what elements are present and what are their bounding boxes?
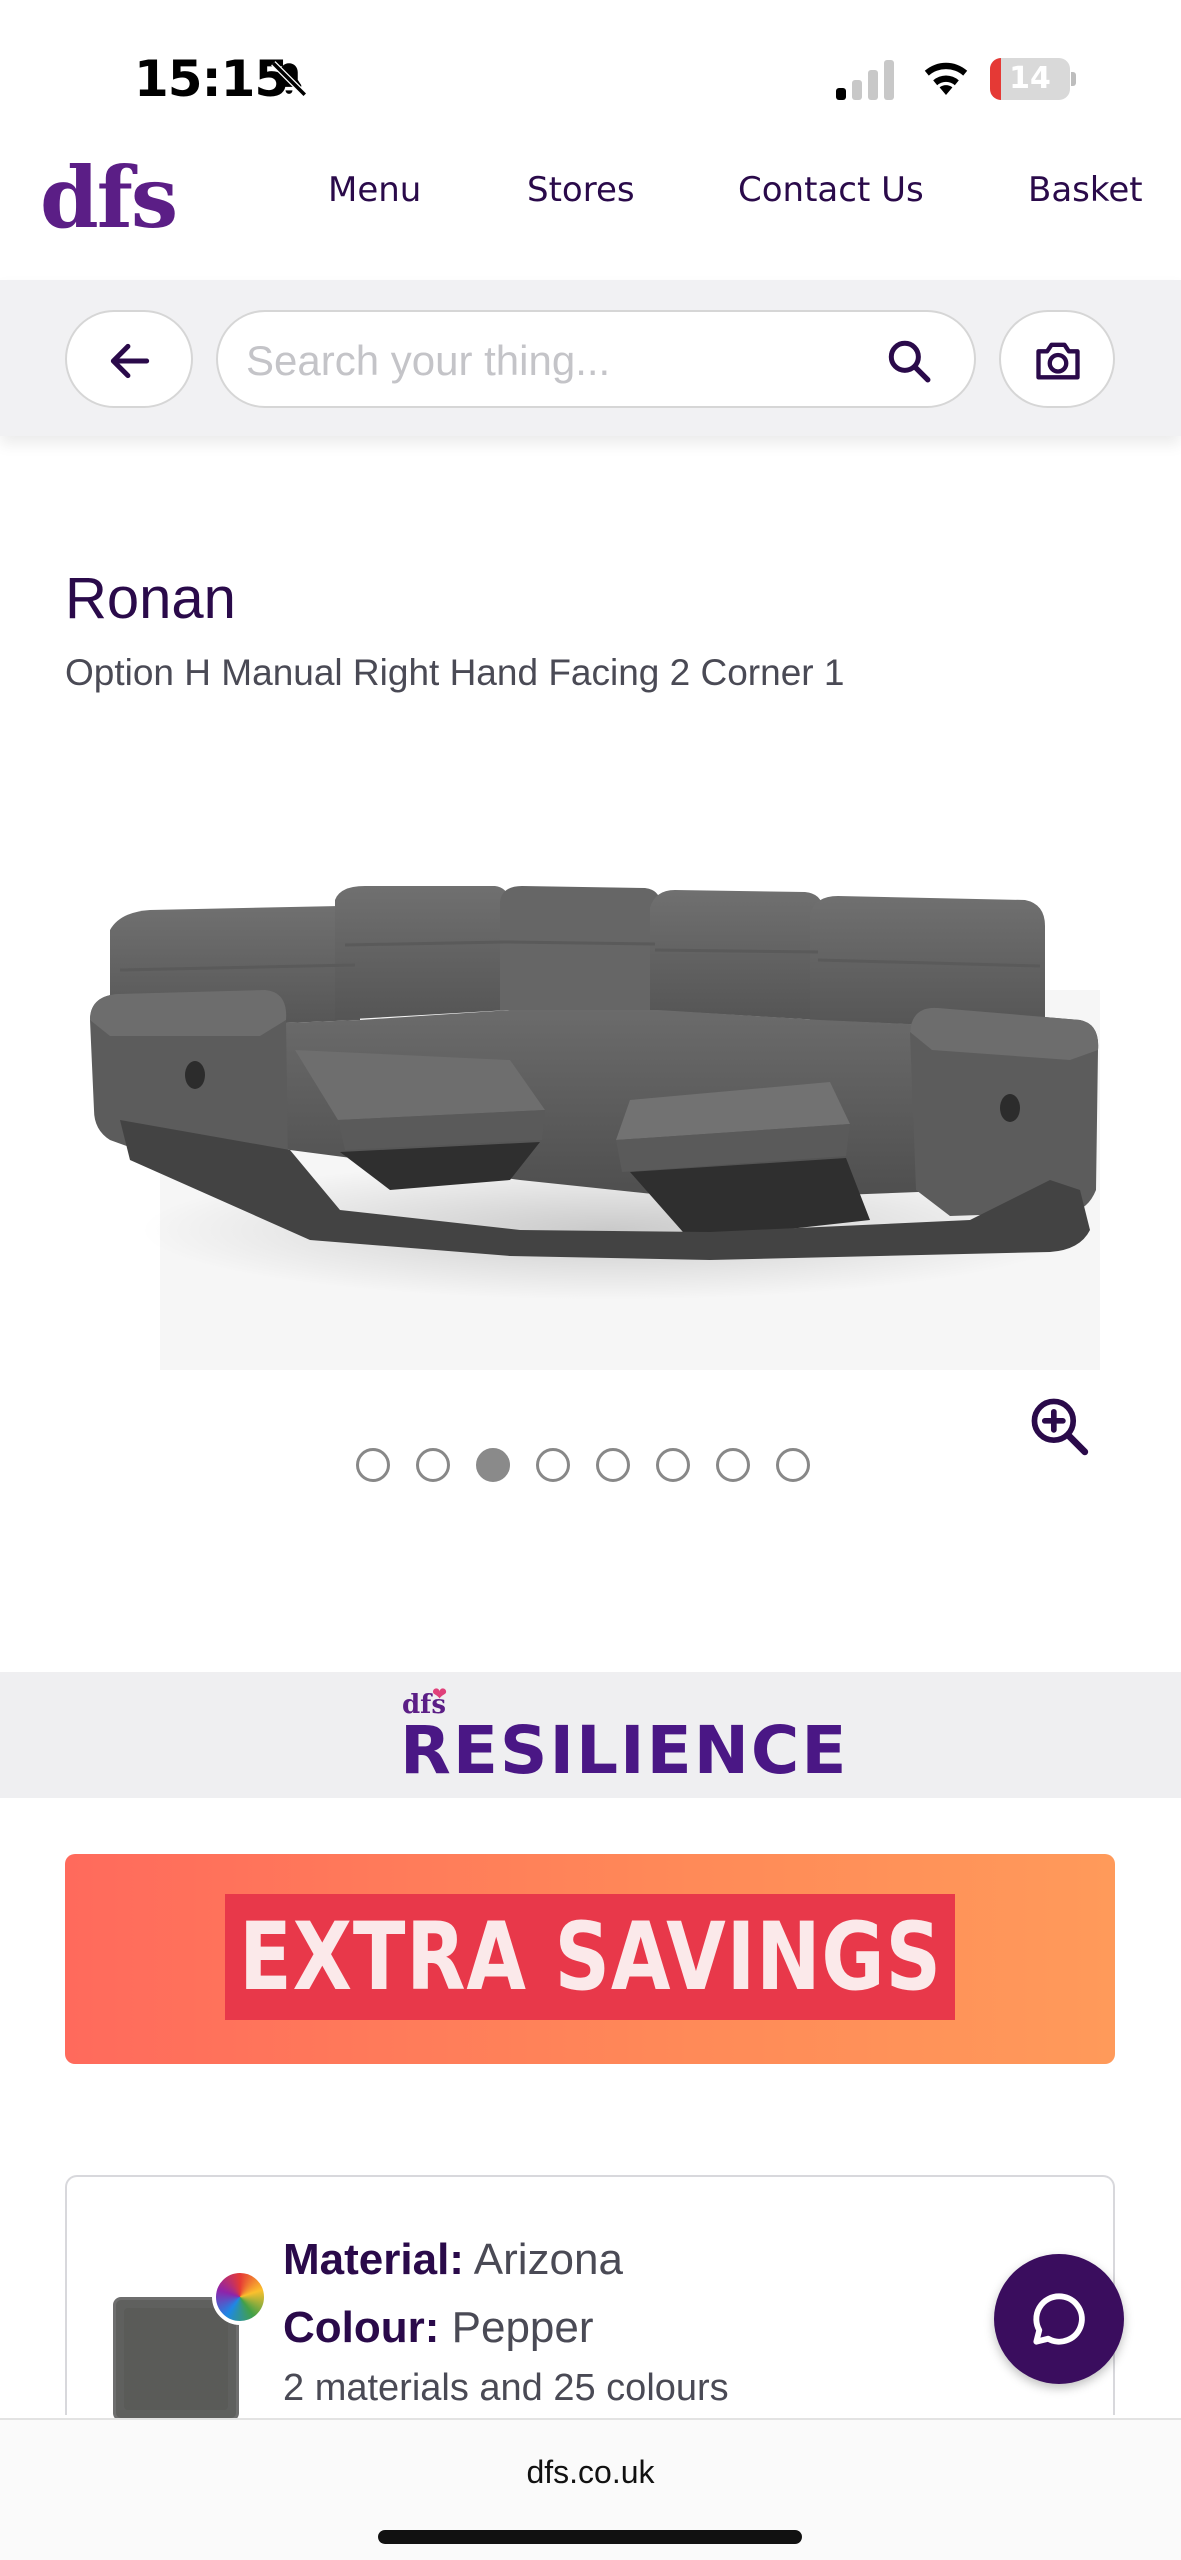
- back-button[interactable]: [65, 310, 193, 408]
- search-input[interactable]: [246, 332, 866, 390]
- search-icon[interactable]: [884, 336, 934, 386]
- colour-value: Pepper: [451, 2303, 594, 2352]
- chat-bubble-icon: [1033, 2293, 1085, 2345]
- colour-line: Colour: Pepper: [283, 2303, 594, 2353]
- status-time: 15:15: [134, 50, 289, 108]
- battery-level: 14: [1009, 61, 1051, 96]
- carousel-dot[interactable]: [656, 1448, 690, 1482]
- carousel-dot[interactable]: [536, 1448, 570, 1482]
- home-indicator[interactable]: [378, 2530, 802, 2544]
- colour-wheel-icon: [212, 2269, 268, 2325]
- search-bar: [0, 280, 1181, 436]
- carousel-dot[interactable]: [716, 1448, 750, 1482]
- signal-icon: [836, 60, 894, 100]
- camera-search-button[interactable]: [999, 310, 1115, 408]
- camera-icon: [1036, 342, 1080, 380]
- extra-savings-banner[interactable]: EXTRA SAVINGS: [65, 1854, 1115, 2064]
- nav-basket-link[interactable]: Basket: [1028, 170, 1143, 210]
- carousel-dot[interactable]: [356, 1448, 390, 1482]
- resilience-banner[interactable]: dfs ❤ RESILIENCE: [0, 1672, 1181, 1798]
- material-label: Material:: [283, 2235, 464, 2284]
- top-nav: dfs Menu Stores Contact Us Basket: [0, 140, 1181, 280]
- product-subtitle: Option H Manual Right Hand Facing 2 Corn…: [65, 652, 845, 693]
- carousel-dot[interactable]: [596, 1448, 630, 1482]
- material-value: Arizona: [473, 2235, 623, 2284]
- product-image[interactable]: [90, 860, 1100, 1380]
- colour-label: Colour:: [283, 2303, 440, 2352]
- carousel-dot[interactable]: [416, 1448, 450, 1482]
- carousel-dot[interactable]: [776, 1448, 810, 1482]
- resilience-title: RESILIENCE: [400, 1712, 849, 1789]
- back-arrow-icon: [110, 343, 150, 379]
- material-line: Material: Arizona: [283, 2235, 623, 2285]
- bell-slash-icon: [271, 61, 307, 97]
- carousel-dots: [356, 1448, 810, 1482]
- chat-button[interactable]: [994, 2254, 1124, 2384]
- product-title: Ronan: [65, 566, 236, 631]
- wifi-icon: [924, 62, 968, 95]
- extra-savings-label-box: EXTRA SAVINGS: [225, 1894, 955, 2020]
- carousel-dot[interactable]: [476, 1448, 510, 1482]
- search-box: [216, 310, 976, 408]
- browser-url-bar[interactable]: dfs.co.uk: [0, 2418, 1181, 2560]
- url-text: dfs.co.uk: [526, 2454, 655, 2490]
- nav-contact-link[interactable]: Contact Us: [738, 170, 924, 210]
- battery-icon: 14: [990, 58, 1076, 100]
- dfs-logo[interactable]: dfs: [40, 148, 178, 247]
- nav-menu-link[interactable]: Menu: [328, 170, 421, 210]
- material-selector-card[interactable]: Material: Arizona Colour: Pepper 2 mater…: [65, 2175, 1115, 2421]
- nav-stores-link[interactable]: Stores: [527, 170, 635, 210]
- status-bar: 15:15 14: [0, 0, 1181, 150]
- extra-savings-text: EXTRA SAVINGS: [238, 1902, 942, 2012]
- heart-icon: ❤: [432, 1684, 448, 1705]
- zoom-in-icon[interactable]: [1028, 1395, 1090, 1457]
- materials-count: 2 materials and 25 colours: [283, 2367, 729, 2409]
